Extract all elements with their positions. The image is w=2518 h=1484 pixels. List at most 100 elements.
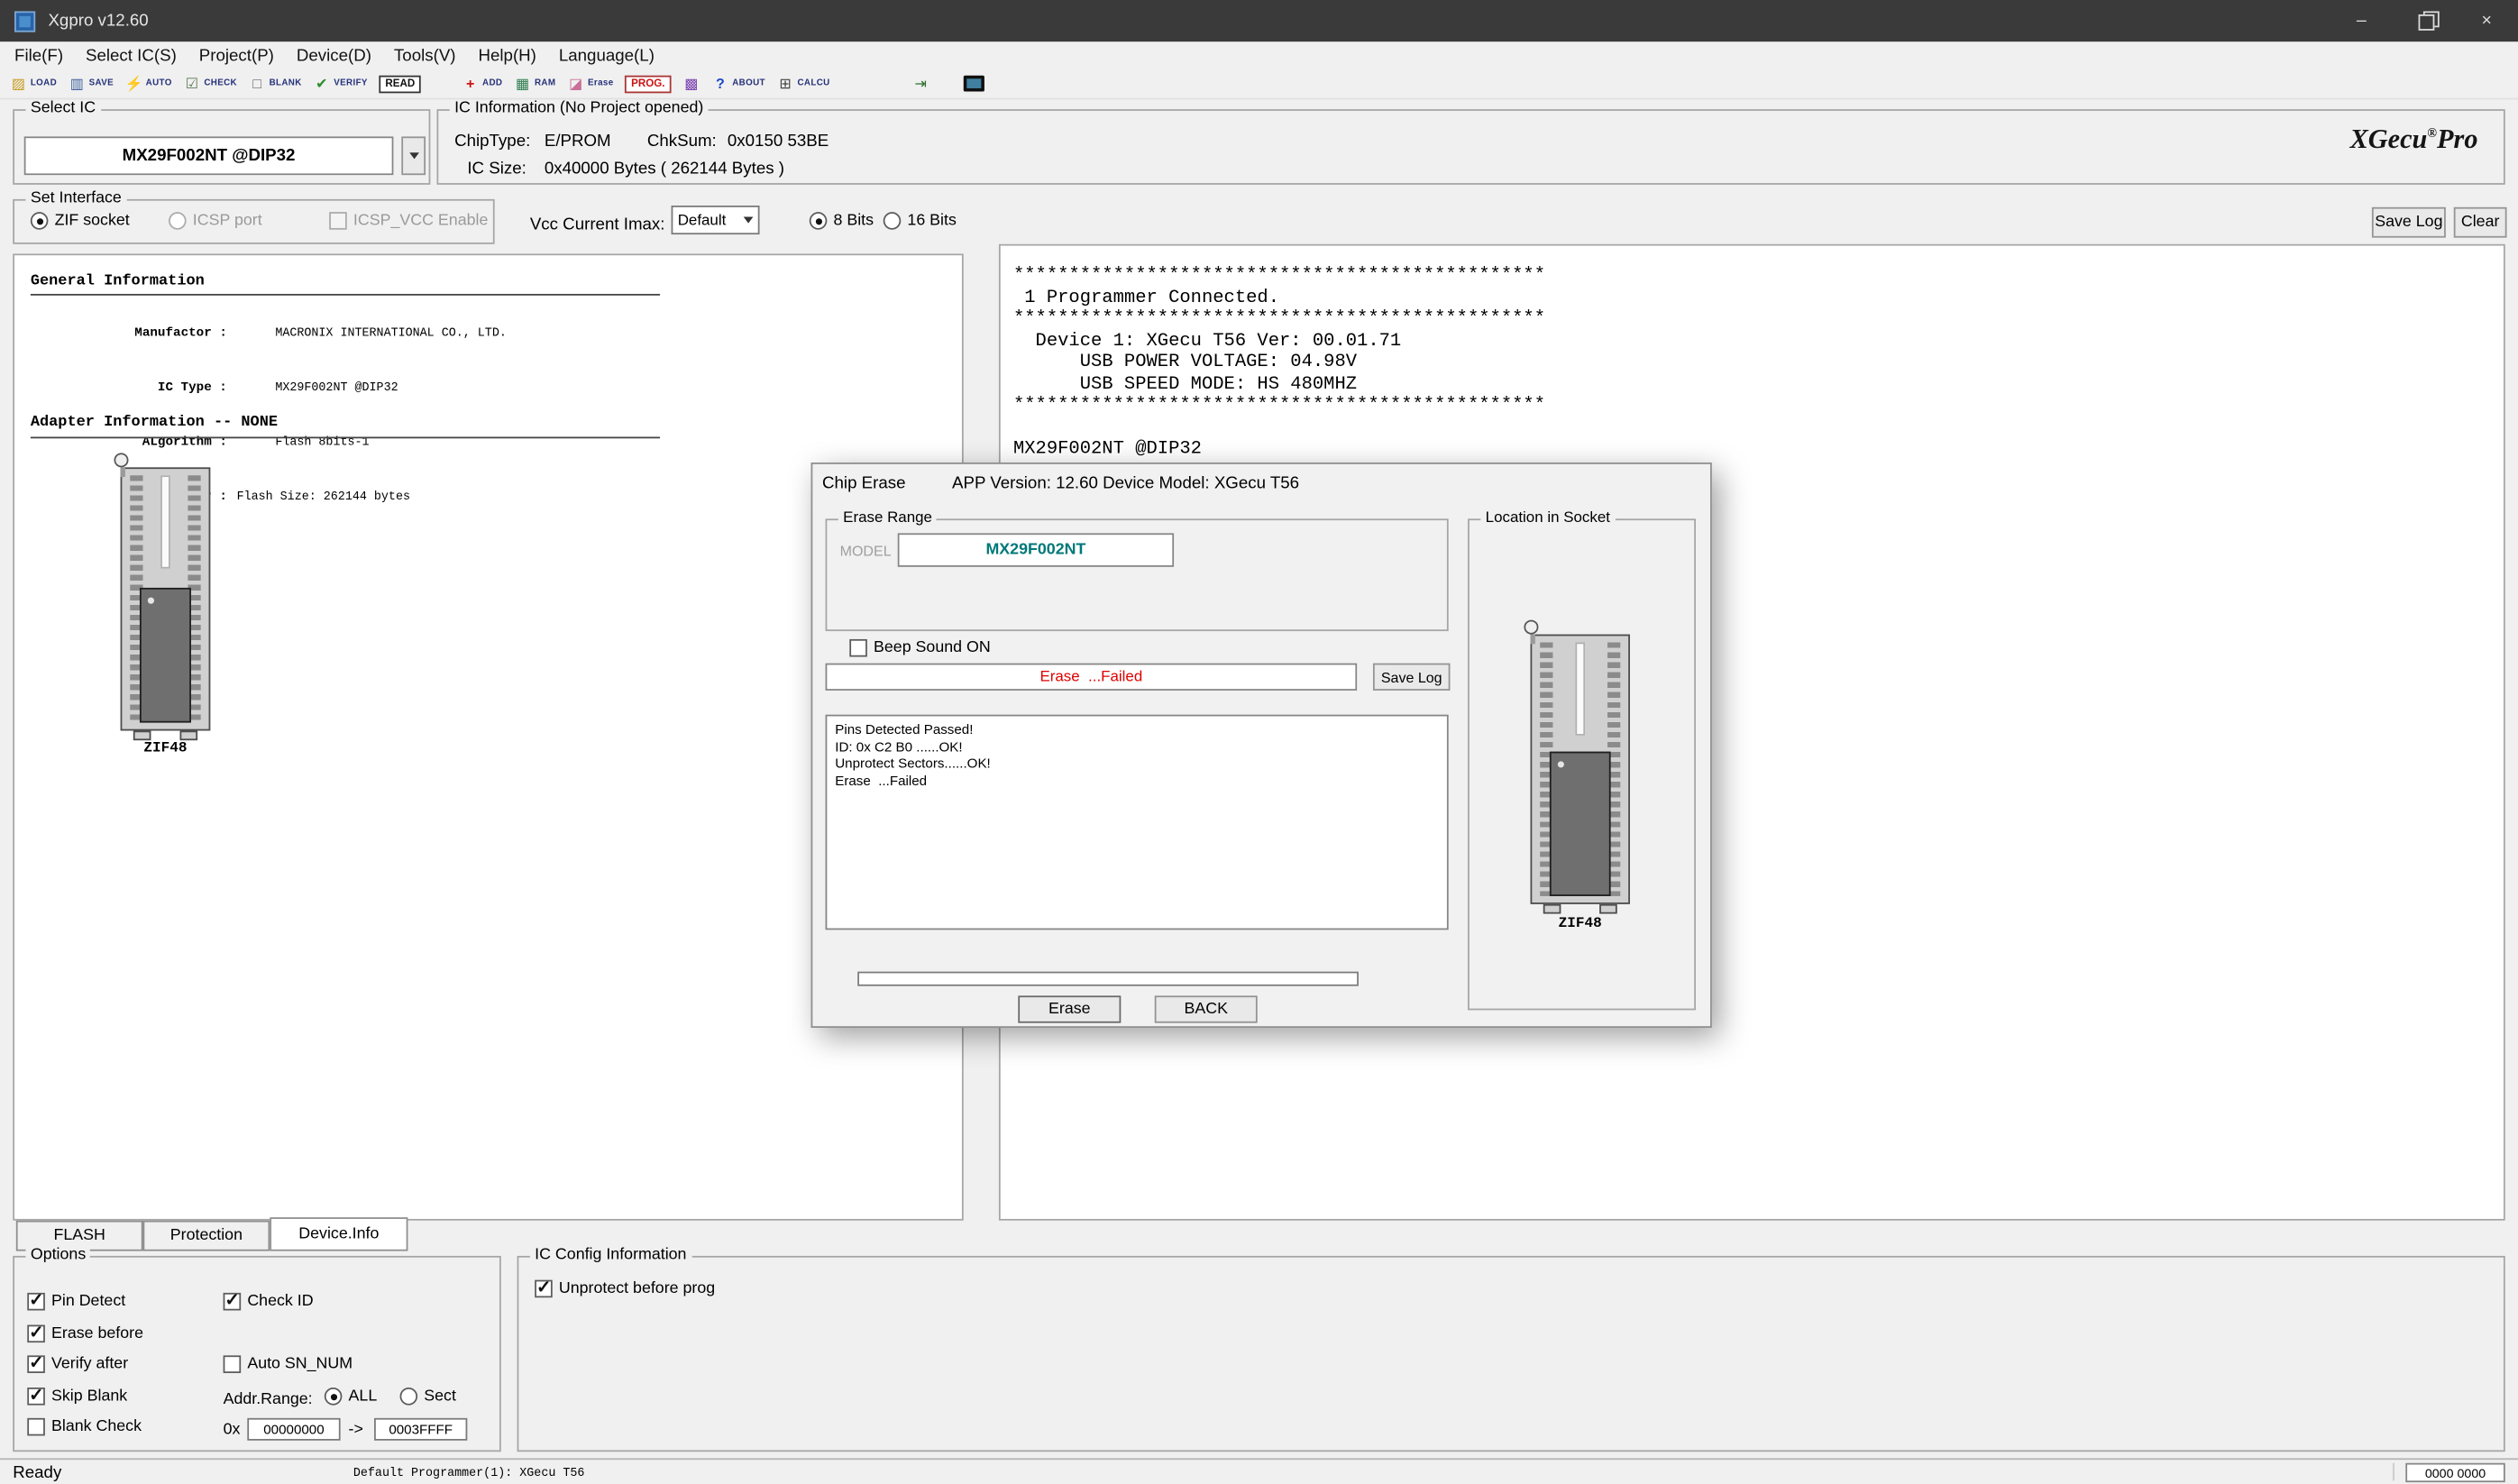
addr-all-label: ALL: [349, 1388, 378, 1406]
toolbar-read-button[interactable]: READ: [379, 75, 421, 93]
menu-select-ic[interactable]: Select IC(S): [75, 46, 188, 65]
toolbar-calcu-button[interactable]: ⊞ CALCU: [776, 75, 829, 93]
erase-button[interactable]: Erase: [1018, 995, 1121, 1022]
toolbar-load-button[interactable]: ▨ LOAD: [10, 75, 57, 93]
dialog-log-line: ID: 0x C2 B0 ......OK!: [835, 737, 1439, 755]
close-button[interactable]: ×: [2456, 0, 2518, 41]
checkbox-icon: [224, 1293, 242, 1311]
verify-after-checkbox[interactable]: Verify after: [27, 1355, 128, 1373]
icsize-label: IC Size:: [467, 159, 526, 178]
status-ready-text: Ready: [13, 1463, 61, 1482]
minimize-button[interactable]: –: [2330, 0, 2393, 41]
clear-button[interactable]: Clear: [2454, 207, 2507, 238]
xgecu-pro-logo: XGecu®Pro: [2350, 124, 2478, 156]
chip-erase-dialog: Chip Erase APP Version: 12.60 Device Mod…: [811, 463, 1712, 1028]
toolbar-auto-button[interactable]: ⚡ AUTO: [125, 75, 172, 93]
set-interface-group: Set Interface ZIF socket ICSP port ICSP_…: [13, 199, 494, 244]
select-ic-group-title: Select IC: [26, 99, 101, 118]
beep-sound-checkbox[interactable]: Beep Sound ON: [849, 639, 990, 657]
blank-check-checkbox[interactable]: Blank Check: [27, 1418, 142, 1436]
floppy-save-icon: ▥: [69, 75, 87, 93]
info-value: Flash 8bits-1: [275, 437, 369, 450]
options-group-title: Options: [26, 1246, 91, 1265]
selected-ic-field[interactable]: MX29F002NT @DIP32: [24, 136, 394, 175]
unprotect-checkbox[interactable]: Unprotect before prog: [535, 1280, 715, 1298]
window-controls: – ×: [2330, 0, 2518, 41]
skip-blank-checkbox[interactable]: Skip Blank: [27, 1388, 127, 1406]
erase-range-group: Erase Range MODEL MX29F002NT: [826, 518, 1449, 631]
icsp-port-radio[interactable]: ICSP port: [169, 212, 262, 230]
menu-project[interactable]: Project(P): [188, 46, 285, 65]
radio-icon: [169, 212, 187, 230]
log-line: Device 1: XGecu T56 Ver: 00.01.71: [1013, 330, 2491, 352]
toolbar-erase-button[interactable]: ◪ Erase: [567, 75, 614, 93]
icsp-vcc-checkbox[interactable]: ICSP_VCC Enable: [329, 212, 488, 230]
addr-sect-radio[interactable]: Sect: [400, 1388, 456, 1406]
ic-config-group-title: IC Config Information: [530, 1246, 691, 1265]
toolbar-check-button[interactable]: ☑ CHECK: [183, 75, 237, 93]
window-title: Xgpro v12.60: [48, 11, 148, 30]
toolbar-tv-button[interactable]: [963, 76, 984, 92]
addr-to-input[interactable]: [374, 1418, 467, 1441]
menu-tools[interactable]: Tools(V): [382, 46, 467, 65]
socket-foot: [133, 730, 151, 740]
bits-8-radio[interactable]: 8 Bits: [810, 212, 874, 230]
icsize-value: 0x40000 Bytes ( 262144 Bytes ): [545, 159, 784, 178]
toolbar-about-button[interactable]: ? ABOUT: [711, 75, 765, 93]
toolbar-verify-button[interactable]: ✔ VERIFY: [313, 75, 368, 93]
tab-protection[interactable]: Protection: [143, 1221, 270, 1251]
addr-from-input[interactable]: [247, 1418, 340, 1441]
toolbar-save-button[interactable]: ▥ SAVE: [69, 75, 114, 93]
chksum-label: ChkSum:: [647, 132, 717, 151]
log-line: ****************************************…: [1013, 308, 2491, 330]
chksum-value: 0x0150 53BE: [728, 132, 829, 151]
zif-socket-graphic: [121, 467, 211, 730]
back-button[interactable]: BACK: [1155, 995, 1258, 1022]
info-value: MX29F002NT @DIP32: [275, 382, 398, 395]
log-line: USB SPEED MODE: HS 480MHZ: [1013, 373, 2491, 395]
vcc-imax-select[interactable]: Default: [672, 206, 760, 234]
toolbar-prog-button[interactable]: PROG.: [625, 75, 672, 93]
checkbox-icon: [27, 1325, 45, 1343]
auto-sn-checkbox[interactable]: Auto SN_NUM: [224, 1355, 353, 1373]
toolbar-add-button[interactable]: + ADD: [462, 75, 502, 93]
save-log-button[interactable]: Save Log: [2372, 207, 2446, 238]
zif-socket-radio[interactable]: ZIF socket: [31, 212, 130, 230]
toolbar-check-label: CHECK: [204, 78, 237, 88]
dip-chip: [1550, 752, 1611, 896]
menu-help[interactable]: Help(H): [467, 46, 547, 65]
maximize-button[interactable]: [2393, 0, 2455, 41]
zif-socket-label: ZIF48: [1521, 915, 1640, 931]
bits-16-radio[interactable]: 16 Bits: [884, 212, 957, 230]
dialog-save-log-button[interactable]: Save Log: [1373, 664, 1451, 691]
erase-range-title: Erase Range: [838, 509, 937, 528]
adapter-info-heading: Adapter Information -- NONE: [31, 413, 278, 431]
pin-detect-checkbox[interactable]: Pin Detect: [27, 1293, 125, 1311]
menu-device[interactable]: Device(D): [285, 46, 382, 65]
brand-reg: ®: [2427, 126, 2437, 141]
checkbox-icon: [27, 1418, 45, 1436]
toolbar-ram-button[interactable]: ▦ RAM: [514, 75, 556, 93]
toolbar-blank-button[interactable]: □ BLANK: [248, 75, 301, 93]
check-ic-icon: ☑: [183, 75, 201, 93]
verify-after-label: Verify after: [51, 1355, 128, 1373]
info-label: IC Type :: [92, 379, 227, 397]
tab-device-info[interactable]: Device.Info: [270, 1217, 407, 1250]
zif-lever-icon: [114, 453, 128, 467]
location-in-socket-group: Location in Socket ZIF48: [1468, 518, 1696, 1010]
addr-arrow-label: ->: [349, 1421, 363, 1439]
menu-language[interactable]: Language(L): [547, 46, 665, 65]
addr-all-radio[interactable]: ALL: [325, 1388, 377, 1406]
log-line: [1013, 417, 2491, 438]
toolbar-erase-label: Erase: [588, 78, 614, 88]
toolbar-insert-ic-button[interactable]: ⇥: [911, 75, 929, 93]
ic-dropdown-button[interactable]: [401, 136, 426, 175]
check-id-checkbox[interactable]: Check ID: [224, 1293, 314, 1311]
icsp-vcc-label: ICSP_VCC Enable: [353, 212, 489, 230]
menu-file[interactable]: File(F): [4, 46, 75, 65]
checkbox-icon: [329, 212, 347, 230]
info-value: MACRONIX INTERNATIONAL CO., LTD.: [275, 327, 507, 340]
toolbar-logic-button[interactable]: ▩: [682, 75, 700, 93]
dialog-log-line: Erase ...Failed: [835, 772, 1439, 789]
erase-before-checkbox[interactable]: Erase before: [27, 1325, 143, 1343]
